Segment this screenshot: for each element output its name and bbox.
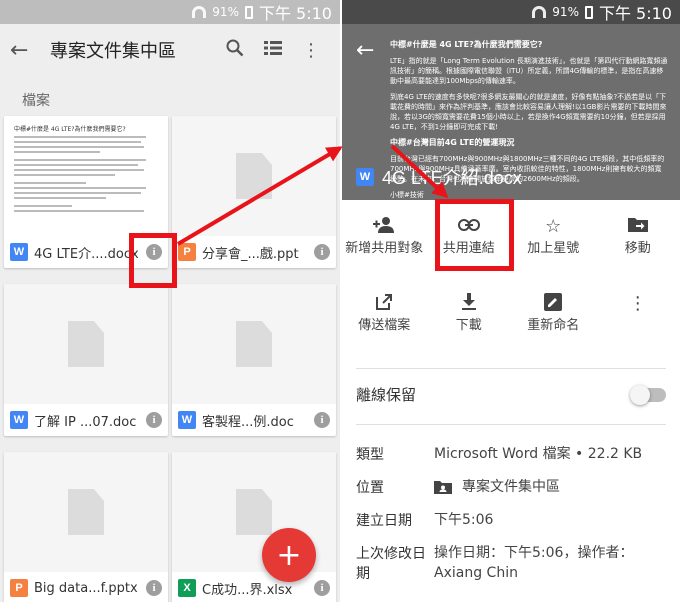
annotation-arrows <box>176 144 449 246</box>
arrow-to-panel <box>176 146 343 246</box>
arrow-to-share-link <box>390 144 449 199</box>
